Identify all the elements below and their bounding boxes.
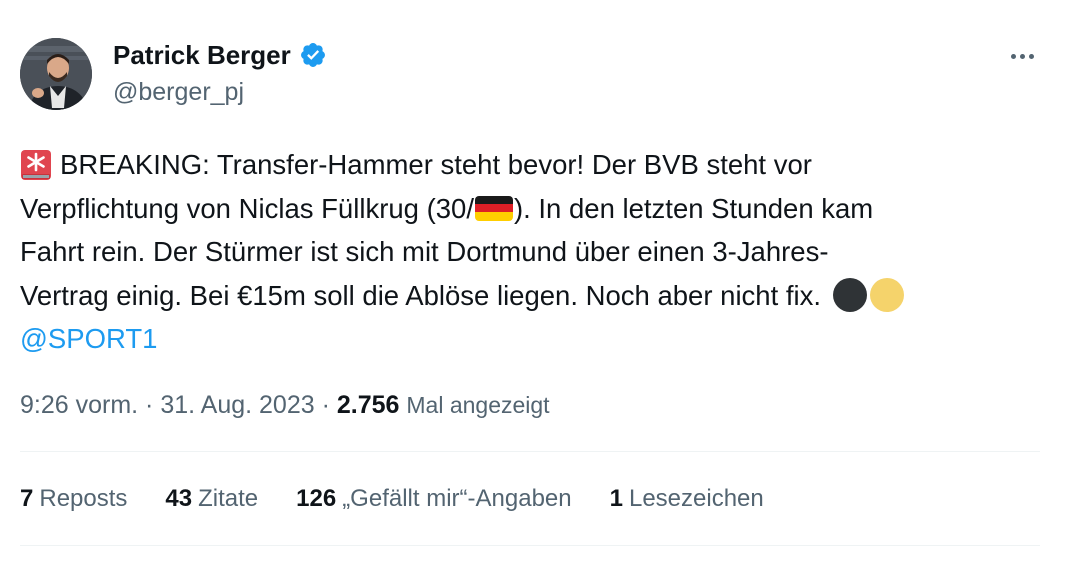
quotes-count: 43 [165, 485, 193, 512]
quotes-stat[interactable]: 43 Zitate [165, 482, 258, 516]
views-count: 2.756 [336, 391, 400, 419]
quotes-label: Zitate [198, 485, 259, 512]
tweet-text: BREAKING: Transfer-Hammer steht bevor! D… [20, 143, 1040, 361]
tweet-line-3: Fahrt rein. Der Stürmer ist sich mit Dor… [20, 236, 829, 267]
tweet-line-5: @SPORT1 [20, 317, 1040, 361]
engagement-stats: 7 Reposts 43 Zitate 126 „Gefällt mir“-An… [20, 482, 764, 516]
author-display-name[interactable]: Patrick Berger [113, 38, 291, 72]
tweet-date[interactable]: 31. Aug. 2023 [160, 391, 314, 419]
germany-flag-icon [474, 195, 513, 221]
meta-separator: · [138, 391, 161, 419]
likes-stat[interactable]: 126 „Gefällt mir“-Angaben [296, 482, 571, 516]
bookmarks-count: 1 [609, 485, 623, 512]
yellow-circle-icon [870, 278, 905, 313]
tweet-line-4-text: Vertrag einig. Bei €15m soll die Ablöse … [20, 279, 822, 311]
tweet-line-2: Verpflichtung von Niclas Füllkrug (30/ )… [20, 187, 1040, 231]
tweet-meta: 9:26 vorm. · 31. Aug. 2023 · 2.756 Mal a… [20, 388, 550, 422]
reposts-label: Reposts [39, 485, 128, 512]
tweet-line-4: Vertrag einig. Bei €15m soll die Ablöse … [20, 274, 1040, 318]
tweet-line-2-end: ). In den letzten Stunden kam [513, 192, 874, 224]
tweet-time[interactable]: 9:26 vorm. [20, 391, 138, 419]
verified-badge-icon [300, 43, 325, 67]
tweet-line-1: BREAKING: Transfer-Hammer steht bevor! D… [20, 143, 1040, 187]
bookmarks-stat[interactable]: 1 Lesezeichen [610, 482, 764, 516]
likes-label: „Gefällt mir“-Angaben [342, 485, 572, 512]
mention-link[interactable]: @SPORT1 [20, 317, 157, 361]
black-circle-icon [833, 278, 868, 313]
divider [20, 545, 1040, 546]
more-options-icon[interactable] [1004, 42, 1040, 70]
likes-count: 126 [296, 485, 337, 512]
reposts-count: 7 [20, 485, 34, 512]
author-handle[interactable]: @berger_pj [113, 76, 244, 108]
reposts-stat[interactable]: 7 Reposts [20, 482, 127, 516]
tweet-line-1-text: BREAKING: Transfer-Hammer steht bevor! D… [60, 149, 812, 180]
avatar[interactable] [20, 38, 92, 110]
meta-separator: · [314, 391, 337, 419]
tweet-line-2-start: Verpflichtung von Niclas Füllkrug (30/ [20, 192, 474, 224]
rotating-light-icon [21, 149, 51, 180]
dot [1010, 53, 1016, 59]
dot [1019, 53, 1025, 59]
divider [20, 451, 1040, 452]
views-label: Mal angezeigt [406, 392, 550, 418]
bookmarks-label: Lesezeichen [628, 485, 764, 512]
author-name-row[interactable]: Patrick Berger [113, 38, 327, 72]
dot [1028, 53, 1034, 59]
